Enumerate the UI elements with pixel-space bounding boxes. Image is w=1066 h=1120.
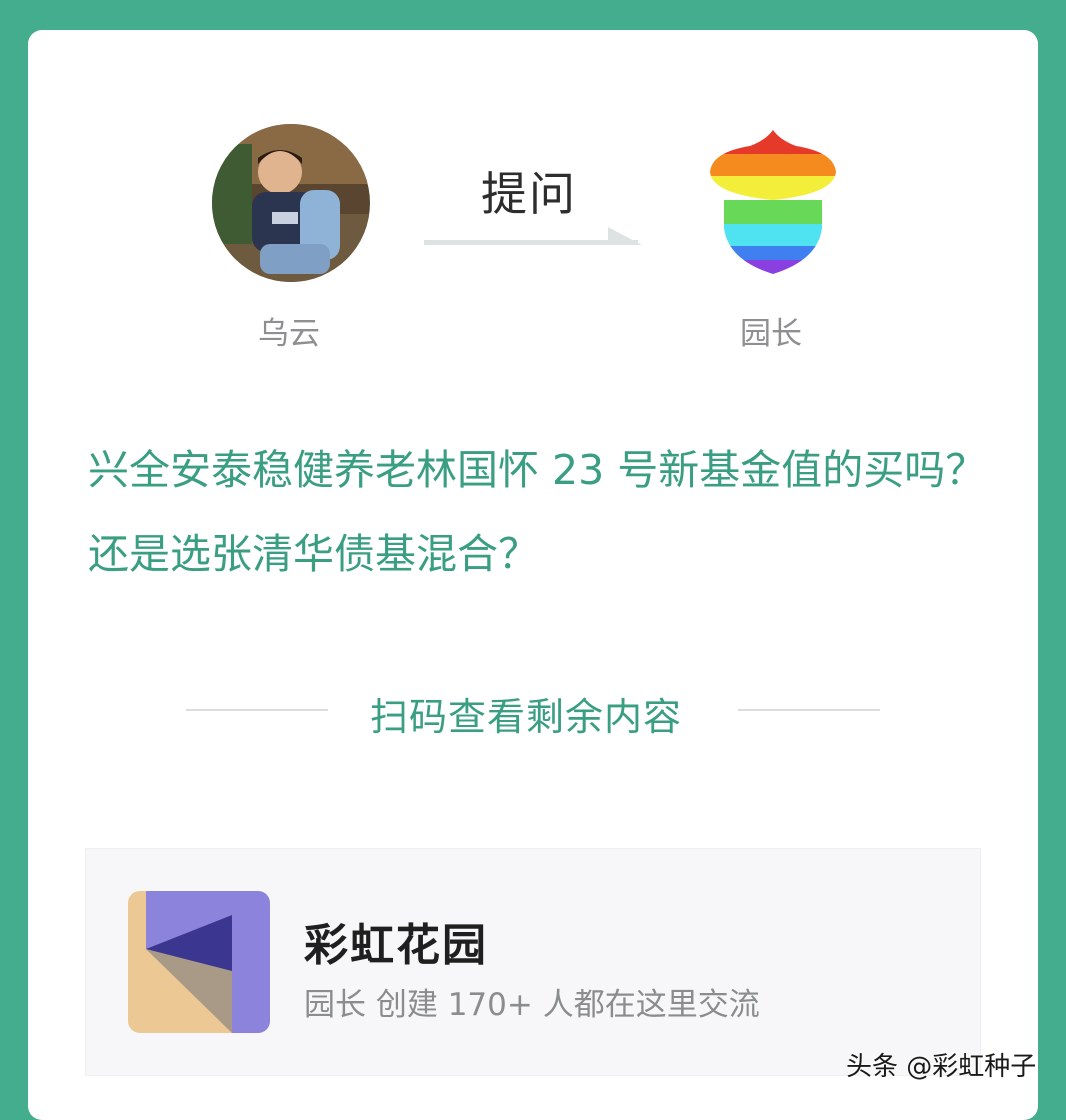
community-card[interactable]: 彩虹花园 园长 创建 170+ 人都在这里交流 — [85, 848, 981, 1076]
asker-avatar[interactable] — [212, 124, 370, 282]
question-text: 兴全安泰稳健养老林国怀 23 号新基金值的买吗？还是选张清华债基混合？ — [88, 446, 987, 578]
rainbow-acorn-icon[interactable] — [706, 128, 840, 278]
host-name: 园长 — [740, 316, 802, 352]
divider-left — [186, 709, 328, 711]
question-card: 乌云 提问 园长 兴全安泰稳健养老林国怀 23 号新基金值的买吗？还是选张清华债… — [28, 30, 1038, 1120]
community-meta: 园长 创建 170+ 人都在这里交流 — [304, 987, 760, 1023]
scan-prompt[interactable]: 扫码查看剩余内容 — [370, 686, 682, 741]
arrow-right-icon — [424, 227, 642, 245]
asker-name: 乌云 — [258, 316, 320, 352]
community-logo-icon — [128, 891, 270, 1033]
community-title: 彩虹花园 — [304, 920, 488, 971]
divider-right — [738, 709, 880, 711]
watermark: 头条 @彩虹种子 — [846, 1052, 1037, 1082]
ask-label: 提问 — [481, 167, 577, 221]
